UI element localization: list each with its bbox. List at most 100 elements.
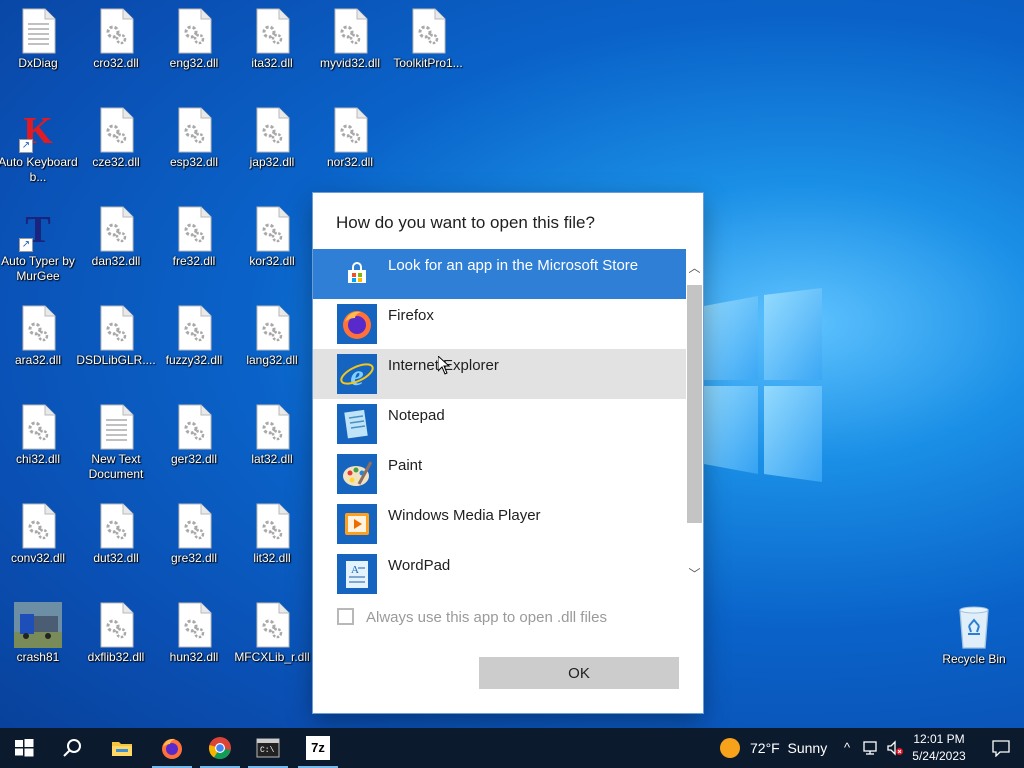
search-icon — [63, 739, 81, 757]
dll-file-icon — [97, 503, 135, 549]
notification-center-button[interactable] — [980, 728, 1024, 768]
desktop-icon-dxflib32-dll[interactable]: dxflib32.dll — [78, 594, 154, 686]
app-item-firefox[interactable]: Firefox — [313, 299, 686, 349]
app-list-scrollbar[interactable]: ︿ ﹀ — [686, 249, 703, 595]
desktop-icon-jap32-dll[interactable]: jap32.dll — [234, 99, 310, 191]
scroll-up-arrow-icon[interactable]: ︿ — [686, 257, 703, 279]
tray-chevron-icon[interactable]: ^ — [838, 739, 856, 757]
app-label: Notepad — [388, 407, 445, 424]
desktop-icon-fre32-dll[interactable]: fre32.dll — [156, 198, 232, 290]
ok-button[interactable]: OK — [479, 657, 679, 689]
desktop-icon-auto-typer-by-murgee[interactable]: T ↗ Auto Typer by MurGee — [0, 198, 76, 290]
app-label: Paint — [388, 457, 423, 474]
dll-file-icon — [97, 8, 135, 54]
firefox-icon — [337, 304, 377, 344]
start-button[interactable] — [0, 728, 48, 768]
wordpad-icon: A — [337, 554, 377, 594]
desktop-icon-ara32-dll[interactable]: ara32.dll — [0, 297, 76, 389]
desktop-icon-gre32-dll[interactable]: gre32.dll — [156, 495, 232, 587]
desktop-icon-esp32-dll[interactable]: esp32.dll — [156, 99, 232, 191]
scroll-down-arrow-icon[interactable]: ﹀ — [686, 563, 703, 585]
internet-explorer-icon: e — [337, 354, 377, 394]
desktop-icon-dsdlibglr[interactable]: DSDLibGLR.... — [76, 297, 156, 389]
network-icon[interactable] — [862, 739, 880, 757]
truck-image-icon — [14, 602, 62, 648]
desktop-icon-cro32-dll[interactable]: cro32.dll — [78, 0, 154, 92]
app-item-microsoft-store[interactable]: Look for an app in the Microsoft Store — [313, 249, 686, 299]
desktop-icon-label: MFCXLib_r.dll — [234, 650, 310, 664]
desktop-icon-eng32-dll[interactable]: eng32.dll — [156, 0, 232, 92]
dll-file-icon — [253, 503, 291, 549]
desktop-icon-label: esp32.dll — [169, 155, 219, 169]
desktop-icon-label: myvid32.dll — [319, 56, 381, 70]
desktop-icon-mfcxlib-r-dll[interactable]: MFCXLib_r.dll — [234, 594, 310, 686]
app-item-paint[interactable]: Paint — [313, 449, 686, 499]
desktop-icon-lat32-dll[interactable]: lat32.dll — [234, 396, 310, 488]
app-item-notepad[interactable]: Notepad — [313, 399, 686, 449]
desktop-icon-chi32-dll[interactable]: chi32.dll — [0, 396, 76, 488]
svg-text:e: e — [350, 359, 363, 392]
desktop-icon-cze32-dll[interactable]: cze32.dll — [78, 99, 154, 191]
app-label: WordPad — [388, 557, 451, 574]
desktop-icon-dxdiag[interactable]: DxDiag — [0, 0, 76, 92]
dll-file-icon — [97, 305, 135, 351]
always-use-checkbox[interactable] — [337, 608, 354, 625]
wallpaper-windows-logo — [704, 288, 822, 482]
volume-muted-icon[interactable] — [886, 739, 904, 757]
desktop-icon-label: Recycle Bin — [942, 652, 1006, 666]
scroll-thumb[interactable] — [687, 285, 702, 523]
desktop-icon-fuzzy32-dll[interactable]: fuzzy32.dll — [156, 297, 232, 389]
app-item-windows-media-player[interactable]: Windows Media Player — [313, 499, 686, 549]
7zip-glyph: 7z — [311, 740, 325, 755]
weather-widget[interactable]: 72°F Sunny — [716, 728, 836, 768]
media-player-icon — [337, 504, 377, 544]
desktop-icon-recycle-bin[interactable]: Recycle Bin — [936, 596, 1012, 688]
desktop-icon-label: ger32.dll — [170, 452, 218, 466]
search-button[interactable] — [48, 728, 96, 768]
chrome-taskbar-button[interactable] — [196, 728, 244, 768]
dll-file-icon — [97, 107, 135, 153]
desktop-icon-label: nor32.dll — [326, 155, 374, 169]
dll-file-icon — [253, 8, 291, 54]
desktop-icon-label: ToolkitPro1... — [393, 56, 463, 70]
desktop-icon-myvid32-dll[interactable]: myvid32.dll — [312, 0, 388, 92]
dll-file-icon — [175, 206, 213, 252]
desktop-icon-kor32-dll[interactable]: kor32.dll — [234, 198, 310, 290]
desktop-icon-label: gre32.dll — [170, 551, 218, 565]
desktop-icon-ita32-dll[interactable]: ita32.dll — [234, 0, 310, 92]
dll-file-icon — [253, 305, 291, 351]
desktop-icon-ger32-dll[interactable]: ger32.dll — [156, 396, 232, 488]
desktop-icon-auto-keyboard-b[interactable]: K ↗ Auto Keyboard b... — [0, 99, 78, 191]
dll-file-icon — [19, 503, 57, 549]
app-list: Look for an app in the Microsoft Store F… — [313, 249, 703, 595]
desktop-icon-new-text-document[interactable]: New Text Document — [78, 396, 154, 488]
mouse-cursor-icon — [438, 356, 450, 375]
desktop-icon-conv32-dll[interactable]: conv32.dll — [0, 495, 76, 587]
file-explorer-button[interactable] — [98, 728, 146, 768]
desktop-icon-dan32-dll[interactable]: dan32.dll — [78, 198, 154, 290]
desktop-icon-hun32-dll[interactable]: hun32.dll — [156, 594, 232, 686]
always-use-label: Always use this app to open .dll files — [366, 609, 607, 626]
desktop-icon-label: Auto Keyboard b... — [0, 155, 78, 184]
app-item-wordpad[interactable]: A WordPad — [313, 549, 686, 595]
app-item-internet-explorer[interactable]: e Internet Explorer — [313, 349, 686, 399]
firefox-taskbar-button[interactable] — [148, 728, 196, 768]
desktop-icon-label: chi32.dll — [15, 452, 61, 466]
notification-icon — [992, 740, 1010, 757]
clock[interactable]: 12:01 PM 5/24/2023 — [906, 731, 972, 765]
dll-file-icon — [253, 206, 291, 252]
terminal-taskbar-button[interactable]: C:\ — [244, 728, 292, 768]
desktop-icon-toolkitpro1[interactable]: ToolkitPro1... — [390, 0, 466, 92]
folder-icon — [112, 742, 132, 756]
desktop-icon-label: New Text Document — [88, 452, 144, 481]
7zip-taskbar-button[interactable]: 7z — [294, 728, 342, 768]
dll-file-icon — [175, 8, 213, 54]
desktop-icon-label: dut32.dll — [93, 551, 139, 565]
weather-text: 72°F Sunny — [750, 740, 827, 756]
desktop-icon-lang32-dll[interactable]: lang32.dll — [234, 297, 310, 389]
desktop-icon-nor32-dll[interactable]: nor32.dll — [312, 99, 388, 191]
desktop-icon-crash81[interactable]: crash81 — [0, 594, 76, 686]
dialog-title: How do you want to open this file? — [336, 213, 595, 232]
desktop-icon-lit32-dll[interactable]: lit32.dll — [234, 495, 310, 587]
desktop-icon-dut32-dll[interactable]: dut32.dll — [78, 495, 154, 587]
